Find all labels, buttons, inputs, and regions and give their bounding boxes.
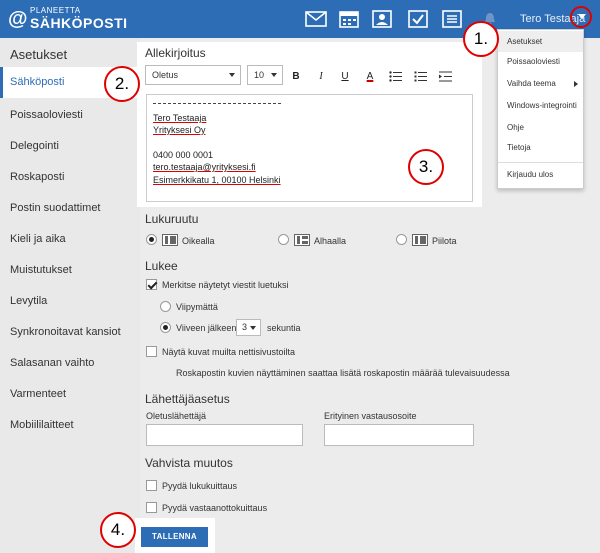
delivery-receipt-checkbox[interactable] — [146, 502, 157, 513]
sidebar-item-poissaoloviesti[interactable]: Poissaoloviesti — [0, 100, 140, 131]
callout-2: 2. — [104, 66, 140, 102]
layout-hidden-icon — [412, 234, 428, 246]
menu-divider — [498, 162, 583, 163]
callout-3: 3. — [408, 149, 444, 185]
indent-icon[interactable] — [438, 69, 454, 83]
font-family-select[interactable]: Oletus — [145, 65, 241, 85]
sidebar-item-salasanan-vaihto[interactable]: Salasanan vaihto — [0, 348, 140, 379]
contacts-icon[interactable] — [368, 7, 396, 31]
logo-small-text: PLANEETTA — [30, 6, 81, 15]
sidebar-item-delegointi[interactable]: Delegointi — [0, 131, 140, 162]
mark-read-checkbox[interactable] — [146, 279, 157, 290]
tasks-icon[interactable] — [404, 7, 432, 31]
sidebar-item-levytila[interactable]: Levytila — [0, 286, 140, 317]
notes-icon[interactable] — [438, 7, 466, 31]
reading-pane-right-label: Oikealla — [182, 236, 215, 246]
font-size-value: 10 — [254, 70, 265, 80]
delay-select[interactable]: 3 — [236, 319, 261, 336]
confirm-change-title: Vahvista muutos — [145, 456, 233, 470]
user-menu: Asetukset Poissaoloviesti Vaihda teema W… — [497, 29, 584, 189]
menu-item-vaihda-teema-label: Vaihda teema — [507, 79, 556, 88]
callout-1: 1. — [463, 21, 499, 57]
chevron-down-icon — [271, 73, 277, 77]
default-sender-input[interactable] — [146, 424, 303, 446]
mark-immediately-label: Viipymättä — [176, 302, 218, 312]
mark-after-delay-radio[interactable] — [160, 322, 171, 333]
seconds-label: sekuntia — [267, 323, 301, 333]
numbered-list-icon[interactable] — [413, 69, 429, 83]
show-images-checkbox[interactable] — [146, 346, 157, 357]
menu-item-vaihda-teema[interactable]: Vaihda teema — [498, 73, 583, 94]
reading-pane-hide-label: Piilota — [432, 236, 457, 246]
junk-images-note: Roskapostin kuvien näyttäminen saattaa l… — [176, 368, 510, 378]
chevron-down-icon — [250, 326, 256, 330]
layout-right-icon — [162, 234, 178, 246]
read-receipt-label: Pyydä lukukuittaus — [162, 481, 238, 491]
menu-item-tietoja[interactable]: Tietoja — [498, 137, 583, 158]
bullet-list-icon[interactable] — [388, 69, 404, 83]
mail-icon[interactable] — [302, 7, 330, 31]
reading-pane-hide-radio[interactable] — [396, 234, 407, 245]
signature-line-address: Esimerkkikatu 1, 00100 Helsinki — [153, 175, 281, 185]
menu-item-asetukset[interactable]: Asetukset — [498, 31, 583, 52]
mark-read-label: Merkitse näytetyt viestit luetuksi — [162, 280, 289, 290]
reading-pane-bottom-radio[interactable] — [278, 234, 289, 245]
chevron-right-icon — [574, 81, 578, 87]
sidebar-item-synkronoitavat-kansiot[interactable]: Synkronoitavat kansiot — [0, 317, 140, 348]
signature-line-company: Yrityksesi Oy — [153, 125, 206, 135]
signature-line-email: tero.testaaja@yrityksesi.fi — [153, 162, 256, 172]
menu-item-poissaoloviesti[interactable]: Poissaoloviesti — [498, 51, 583, 72]
logo-big-text: SÄHKÖPOSTI — [30, 15, 128, 31]
settings-sidebar: Asetukset Sähköposti Poissaoloviesti Del… — [0, 38, 140, 553]
show-images-label: Näytä kuvat muilta nettisivustoilta — [162, 347, 296, 357]
sidebar-item-roskaposti[interactable]: Roskaposti — [0, 162, 140, 193]
font-size-select[interactable]: 10 — [247, 65, 283, 85]
layout-bottom-icon — [294, 234, 310, 246]
signature-line-name: Tero Testaaja — [153, 113, 207, 123]
read-receipt-checkbox[interactable] — [146, 480, 157, 491]
reading-title: Lukee — [145, 259, 178, 273]
logo-at-sign: @ — [8, 8, 28, 30]
menu-item-windows-integrointi[interactable]: Windows-integrointi — [498, 95, 583, 116]
signature-line-phone: 0400 000 0001 — [153, 150, 214, 160]
chevron-down-icon — [229, 73, 235, 77]
menu-item-ohje[interactable]: Ohje — [498, 117, 583, 138]
sidebar-item-muistutukset[interactable]: Muistutukset — [0, 255, 140, 286]
menu-item-kirjaudu-ulos[interactable]: Kirjaudu ulos — [498, 164, 583, 185]
signature-dash-divider — [153, 103, 281, 104]
reply-to-label: Erityinen vastausosoite — [324, 411, 417, 421]
reply-to-input[interactable] — [324, 424, 474, 446]
sidebar-item-mobiililaitteet[interactable]: Mobiililaitteet — [0, 410, 140, 441]
bold-button[interactable]: B — [288, 69, 304, 83]
text-color-button[interactable]: A — [362, 69, 378, 83]
save-button[interactable]: TALLENNA — [141, 527, 208, 547]
sidebar-title: Asetukset — [10, 47, 68, 62]
reading-pane-bottom-label: Alhaalla — [314, 236, 347, 246]
default-sender-label: Oletuslähettäjä — [146, 411, 207, 421]
sidebar-item-varmenteet[interactable]: Varmenteet — [0, 379, 140, 410]
mark-after-delay-label: Viiveen jälkeen — [176, 323, 237, 333]
signature-editor[interactable]: Tero Testaaja Yrityksesi Oy 0400 000 000… — [146, 94, 473, 202]
reading-pane-right-radio[interactable] — [146, 234, 157, 245]
signature-title: Allekirjoitus — [145, 46, 206, 60]
underline-button[interactable]: U — [337, 69, 353, 83]
reading-pane-title: Lukuruutu — [145, 212, 199, 226]
sender-settings-title: Lähettäjäasetus — [145, 392, 230, 406]
delay-value: 3 — [242, 322, 248, 332]
calendar-icon[interactable] — [335, 7, 363, 31]
delivery-receipt-label: Pyydä vastaanottokuittaus — [162, 503, 268, 513]
italic-button[interactable]: I — [313, 69, 329, 83]
save-panel: TALLENNA — [135, 518, 215, 553]
sidebar-item-postin-suodattimet[interactable]: Postin suodattimet — [0, 193, 140, 224]
sidebar-item-kieli-ja-aika[interactable]: Kieli ja aika — [0, 224, 140, 255]
font-family-value: Oletus — [152, 70, 179, 80]
highlight-circle-user-menu — [570, 6, 592, 28]
callout-4: 4. — [100, 512, 136, 548]
mark-immediately-radio[interactable] — [160, 301, 171, 312]
